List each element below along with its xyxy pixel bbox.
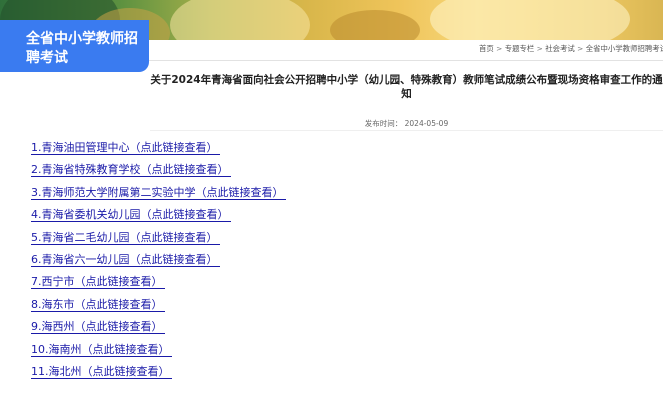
link-item[interactable]: 7.西宁市（点此链接查看）	[31, 275, 165, 290]
list-item: 5.青海省二毛幼儿园（点此链接查看）	[31, 230, 631, 252]
list-item: 9.海西州（点此链接查看）	[31, 319, 631, 341]
link-item[interactable]: 11.海北州（点此链接查看）	[31, 364, 172, 379]
list-item: 2.青海省特殊教育学校（点此链接查看）	[31, 162, 631, 184]
breadcrumb-special[interactable]: 专题专栏	[505, 44, 535, 53]
breadcrumb-separator: >	[496, 44, 503, 53]
publish-date-value: 2024-05-09	[404, 119, 449, 128]
link-item[interactable]: 1.青海油田管理中心（点此链接查看）	[31, 141, 220, 155]
link-item[interactable]: 10.海南州（点此链接查看）	[31, 342, 172, 357]
list-item: 6.青海省六一幼儿园（点此链接查看）	[31, 252, 631, 274]
link-item[interactable]: 8.海东市（点此链接查看）	[31, 297, 165, 312]
list-item: 7.西宁市（点此链接查看）	[31, 274, 631, 296]
banner-highlight	[170, 0, 310, 40]
breadcrumb-current[interactable]: 全省中小学教师招聘考试	[586, 44, 663, 53]
list-item: 3.青海师范大学附属第二实验中学（点此链接查看）	[31, 185, 631, 207]
link-item[interactable]: 6.青海省六一幼儿园（点此链接查看）	[31, 252, 220, 267]
link-list: 1.青海油田管理中心（点此链接查看） 2.青海省特殊教育学校（点此链接查看） 3…	[31, 140, 631, 386]
link-item[interactable]: 5.青海省二毛幼儿园（点此链接查看）	[31, 230, 220, 245]
article-title: 关于2024年青海省面向社会公开招聘中小学（幼儿园、特殊教育）教师笔试成绩公布暨…	[150, 74, 663, 100]
list-item: 8.海东市（点此链接查看）	[31, 297, 631, 319]
link-item[interactable]: 4.青海省委机关幼儿园（点此链接查看）	[31, 208, 231, 223]
link-item[interactable]: 9.海西州（点此链接查看）	[31, 320, 165, 335]
section-title: 全省中小学教师招聘考试	[0, 20, 149, 72]
date-divider	[150, 130, 663, 131]
publish-date-label: 发布时间：	[364, 119, 403, 128]
breadcrumb-home[interactable]: 首页	[479, 44, 494, 53]
list-item: 10.海南州（点此链接查看）	[31, 342, 631, 364]
banner-highlight-right	[430, 0, 630, 40]
list-item: 1.青海油田管理中心（点此链接查看）	[31, 140, 631, 162]
breadcrumb-separator: >	[577, 44, 584, 53]
link-item[interactable]: 3.青海师范大学附属第二实验中学（点此链接查看）	[31, 185, 286, 200]
header-divider	[149, 60, 663, 61]
list-item: 11.海北州（点此链接查看）	[31, 364, 631, 386]
list-item: 4.青海省委机关幼儿园（点此链接查看）	[31, 207, 631, 229]
breadcrumb-separator: >	[536, 44, 543, 53]
banner-foliage-amber	[330, 10, 420, 40]
link-item[interactable]: 2.青海省特殊教育学校（点此链接查看）	[31, 163, 231, 178]
breadcrumb-exam[interactable]: 社会考试	[545, 44, 575, 53]
publish-date: 发布时间： 2024-05-09	[150, 118, 663, 129]
breadcrumb: 首页 > 专题专栏 > 社会考试 > 全省中小学教师招聘考试	[479, 42, 663, 56]
